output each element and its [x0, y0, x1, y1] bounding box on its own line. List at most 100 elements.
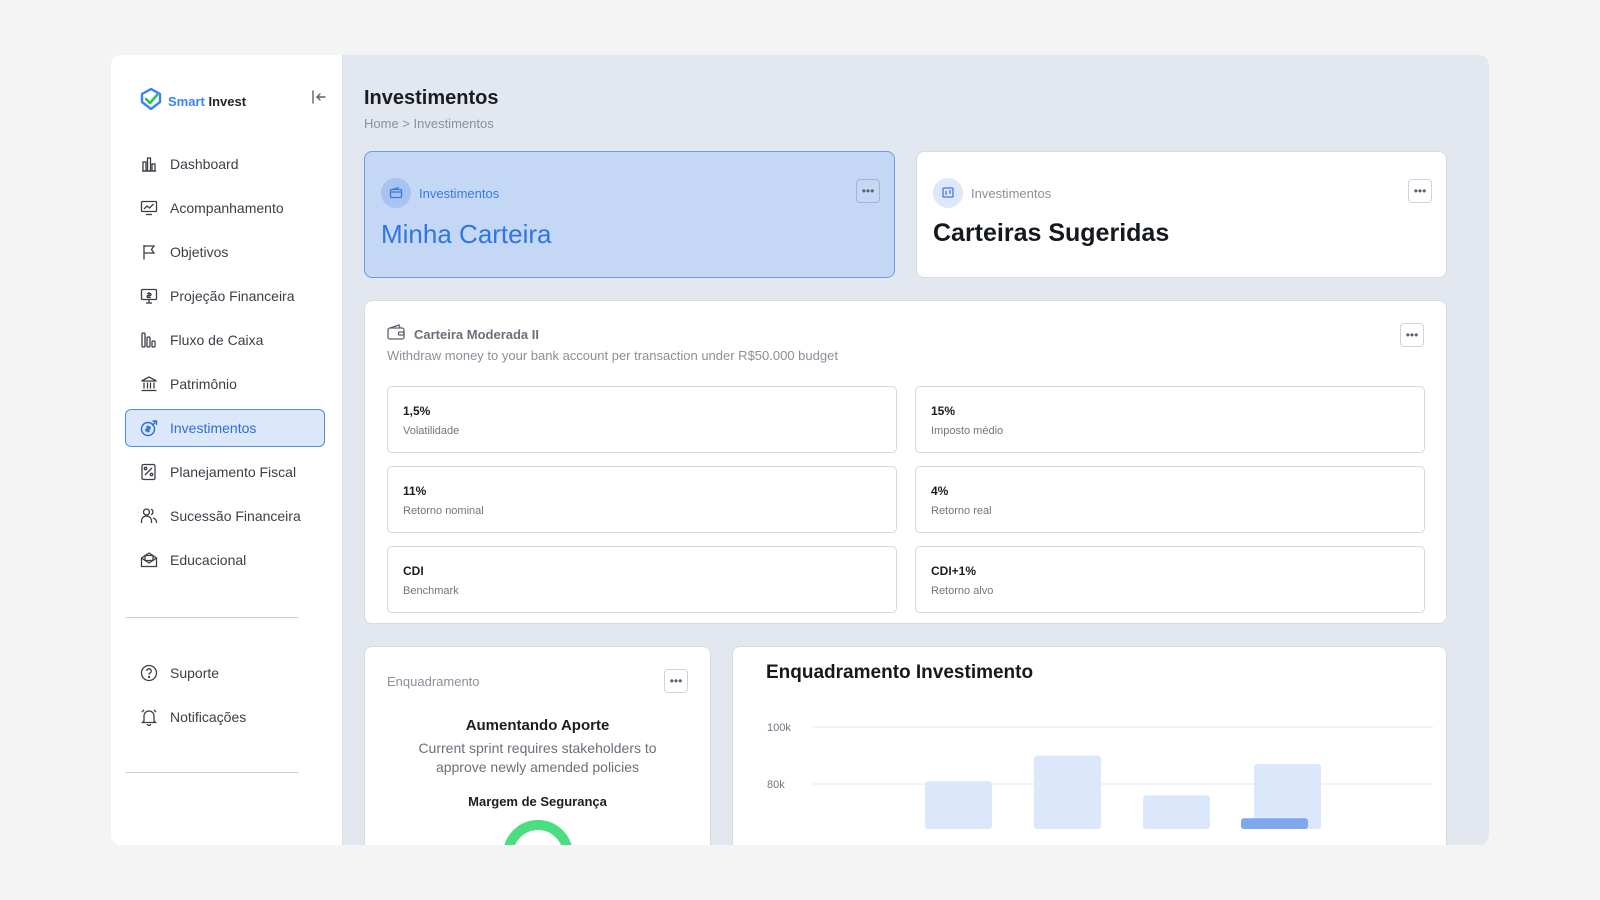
logo[interactable]: Smart Invest	[140, 87, 247, 115]
metric-label: Imposto médio	[931, 425, 1004, 437]
metric-value: CDI+1%	[931, 564, 977, 578]
enquadramento-title: Aumentando Aporte	[465, 717, 610, 734]
metric-volatilidade: 1,5% Volatilidade	[387, 386, 897, 453]
metric-value: 4%	[931, 484, 949, 498]
coin-growth-icon	[140, 420, 158, 437]
chart-bar[interactable]	[1034, 755, 1101, 830]
sidebar-item-fluxo-de-caixa[interactable]: Fluxo de Caixa	[125, 321, 325, 359]
sidebar-item-label: Fluxo de Caixa	[170, 332, 264, 348]
margin-label: Margem de Segurança	[468, 794, 607, 809]
bars-icon	[141, 332, 156, 348]
sidebar-item-label: Educacional	[170, 552, 247, 568]
presentation-icon	[140, 288, 158, 304]
metric-label: Volatilidade	[403, 425, 460, 437]
sidebar-bottom-nav: Suporte Notificações	[125, 654, 325, 742]
tile-title: Minha Carteira	[381, 219, 552, 249]
sidebar-item-label: Planejamento Fiscal	[170, 464, 297, 480]
tile-tag-label: Investimentos	[971, 185, 1052, 201]
tile-minha-carteira[interactable]: Investimentos Minha Carteira •••	[364, 151, 895, 278]
mail-open-icon	[140, 552, 158, 568]
sidebar-item-planejamento-fiscal[interactable]: Planejamento Fiscal	[125, 453, 325, 491]
help-circle-icon	[140, 664, 158, 682]
metric-value: 1,5%	[403, 404, 431, 418]
safety-margin-gauge	[504, 820, 572, 845]
chart-bar[interactable]	[1143, 795, 1210, 829]
sidebar-item-patrimonio[interactable]: Patrimônio	[125, 365, 325, 403]
tile-tag-label: Investimentos	[419, 185, 500, 201]
logo-text: Smart Invest	[168, 94, 247, 109]
app-window: Smart Invest Dashboard Acompanhamento Ob…	[111, 55, 1489, 845]
sidebar-item-educacional[interactable]: Educacional	[125, 541, 325, 579]
monitor-chart-icon	[140, 200, 158, 216]
ellipsis-icon: •••	[1413, 184, 1427, 198]
people-icon	[140, 508, 158, 523]
more-options-button[interactable]: •••	[1408, 179, 1432, 203]
metric-value: 15%	[931, 404, 956, 418]
chart-tick-label: 80k	[767, 779, 785, 791]
card-label: Enquadramento	[387, 674, 480, 689]
bank-icon	[141, 376, 157, 392]
main-content: Investimentos Home > Investimentos Inves…	[343, 55, 1489, 845]
tile-tag: Investimentos	[933, 178, 1051, 208]
portfolio-name: Carteira Moderada II	[414, 327, 539, 342]
sidebar-item-label: Projeção Financeira	[170, 288, 295, 304]
sidebar-item-suporte[interactable]: Suporte	[125, 654, 325, 692]
sidebar-divider	[126, 772, 298, 773]
sidebar-item-objetivos[interactable]: Objetivos	[125, 233, 325, 271]
metric-benchmark: CDI Benchmark	[387, 546, 897, 613]
wallet-icon	[381, 178, 411, 208]
metric-label: Retorno alvo	[931, 585, 994, 597]
sidebar-item-notificacoes[interactable]: Notificações	[125, 698, 325, 736]
collapse-sidebar-icon[interactable]	[310, 88, 328, 106]
sidebar-item-label: Dashboard	[170, 156, 239, 172]
sidebar-item-label: Patrimônio	[170, 376, 237, 392]
page-title: Investimentos	[364, 87, 499, 109]
sidebar-item-investimentos[interactable]: Investimentos	[125, 409, 325, 447]
metric-retorno-alvo: CDI+1% Retorno alvo	[915, 546, 1425, 613]
flag-icon	[143, 245, 156, 260]
portfolio-icon	[933, 178, 963, 208]
chart-bar[interactable]	[925, 781, 992, 829]
metric-label: Retorno nominal	[403, 505, 484, 517]
bell-icon	[140, 709, 158, 726]
sidebar-divider	[126, 617, 298, 618]
metric-value: CDI	[403, 564, 424, 578]
bar-chart: 100k 80k	[767, 722, 1433, 830]
sidebar-item-sucessao-financeira[interactable]: Sucessão Financeira	[125, 497, 325, 535]
bar-chart-icon	[142, 157, 156, 172]
breadcrumb[interactable]: Home > Investimentos	[364, 116, 494, 131]
sidebar-item-acompanhamento[interactable]: Acompanhamento	[125, 189, 325, 227]
sidebar-item-label: Investimentos	[170, 420, 257, 436]
metric-retorno-nominal: 11% Retorno nominal	[387, 466, 897, 533]
sidebar: Smart Invest Dashboard Acompanhamento Ob…	[111, 55, 343, 845]
sidebar-item-projecao-financeira[interactable]: Projeção Financeira	[125, 277, 325, 315]
chart-bar-highlight[interactable]	[1241, 818, 1308, 829]
ellipsis-icon: •••	[1405, 328, 1419, 342]
logo-icon	[140, 87, 162, 115]
more-options-button[interactable]: •••	[856, 179, 880, 203]
metric-value: 11%	[403, 484, 427, 498]
metric-label: Retorno real	[931, 505, 992, 517]
ellipsis-icon: •••	[861, 184, 875, 198]
metric-label: Benchmark	[403, 585, 459, 597]
sidebar-item-dashboard[interactable]: Dashboard	[125, 145, 325, 183]
wallet-icon	[387, 324, 405, 345]
more-options-button[interactable]: •••	[1400, 323, 1424, 347]
enquadramento-description: Current sprint requires stakeholders to …	[418, 740, 657, 775]
tile-title: Carteiras Sugeridas	[933, 219, 1170, 247]
more-options-button[interactable]: •••	[664, 669, 688, 693]
chart-card: Enquadramento Investimento 100k 80k	[732, 646, 1447, 845]
portfolio-description: Withdraw money to your bank account per …	[387, 348, 838, 363]
tile-tag: Investimentos	[381, 178, 499, 208]
tax-document-icon	[141, 463, 156, 481]
metric-retorno-real: 4% Retorno real	[915, 466, 1425, 533]
tile-carteiras-sugeridas[interactable]: Investimentos Carteiras Sugeridas •••	[916, 151, 1447, 278]
sidebar-item-label: Acompanhamento	[170, 200, 284, 216]
sidebar-item-label: Objetivos	[170, 244, 229, 260]
chart-tick-label: 100k	[767, 722, 791, 734]
metric-imposto-medio: 15% Imposto médio	[915, 386, 1425, 453]
portfolio-header: Carteira Moderada II	[387, 324, 539, 345]
sidebar-item-label: Suporte	[170, 665, 220, 681]
sidebar-item-label: Sucessão Financeira	[170, 508, 301, 524]
sidebar-item-label: Notificações	[170, 709, 247, 725]
